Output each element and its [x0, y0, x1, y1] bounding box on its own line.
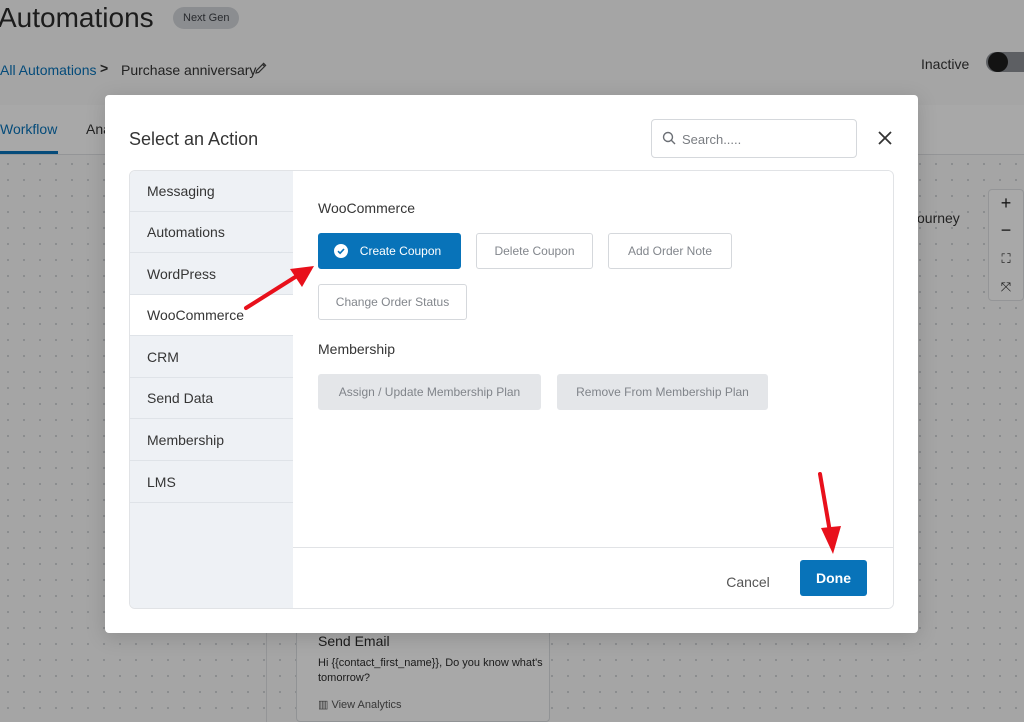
category-crm[interactable]: CRM — [130, 337, 293, 378]
create-coupon-label: Create Coupon — [359, 244, 442, 258]
modal-body: Messaging Automations WordPress WooComme… — [129, 170, 894, 609]
search-input[interactable] — [682, 129, 847, 149]
category-automations[interactable]: Automations — [130, 212, 293, 253]
footer-divider — [293, 547, 893, 548]
category-woocommerce[interactable]: WooCommerce — [130, 295, 293, 336]
add-order-note-button[interactable]: Add Order Note — [608, 233, 732, 269]
category-send-data[interactable]: Send Data — [130, 378, 293, 419]
change-order-status-button[interactable]: Change Order Status — [318, 284, 467, 320]
section-membership-label: Membership — [318, 341, 396, 357]
category-sidebar: Messaging Automations WordPress WooComme… — [130, 171, 293, 608]
remove-membership-plan-button[interactable]: Remove From Membership Plan — [557, 374, 768, 410]
close-icon[interactable] — [875, 128, 895, 148]
delete-coupon-button[interactable]: Delete Coupon — [476, 233, 593, 269]
section-woocommerce-label: WooCommerce — [318, 200, 415, 216]
check-circle-icon — [334, 244, 348, 258]
category-lms[interactable]: LMS — [130, 462, 293, 503]
category-membership[interactable]: Membership — [130, 420, 293, 461]
assign-membership-plan-button[interactable]: Assign / Update Membership Plan — [318, 374, 541, 410]
modal-title: Select an Action — [129, 129, 259, 149]
done-button[interactable]: Done — [800, 560, 867, 596]
select-action-modal: Select an Action Messaging Automations W… — [105, 95, 918, 633]
category-wordpress[interactable]: WordPress — [130, 254, 293, 295]
search-icon — [662, 131, 676, 150]
actions-panel: WooCommerce Create Coupon Delete Coupon … — [293, 171, 893, 608]
create-coupon-button[interactable]: Create Coupon — [318, 233, 461, 269]
category-messaging[interactable]: Messaging — [130, 171, 293, 212]
cancel-button[interactable]: Cancel — [718, 564, 778, 600]
action-search — [651, 119, 857, 158]
